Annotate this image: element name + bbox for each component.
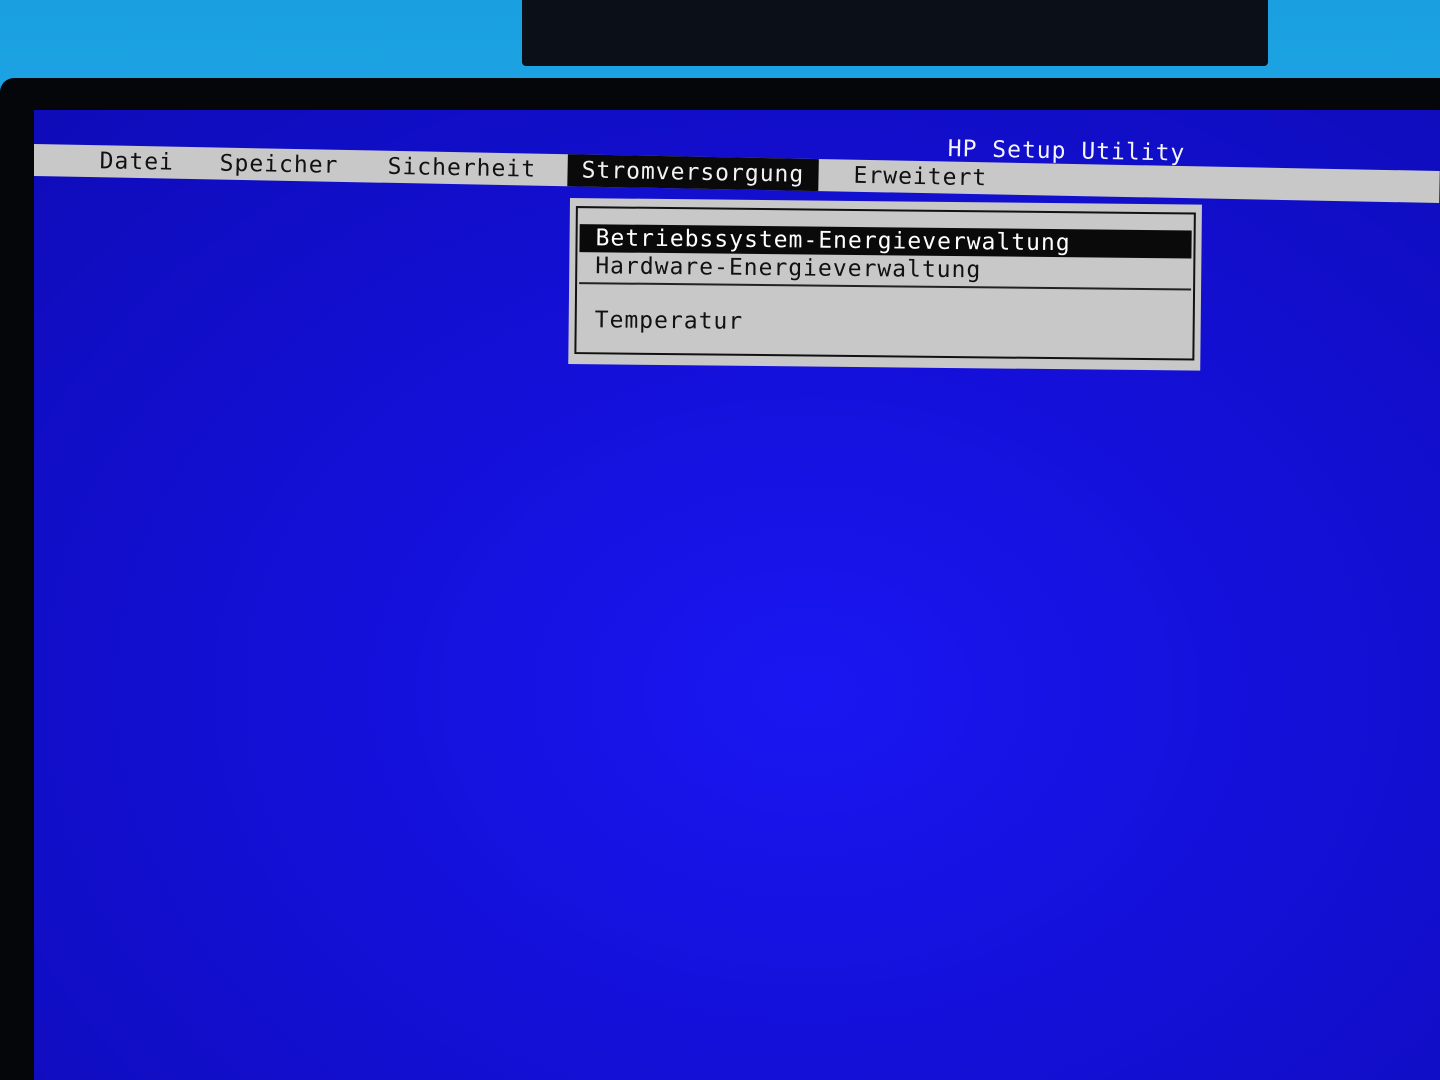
- menu-erweitert[interactable]: Erweitert: [839, 159, 1001, 194]
- menu-speicher[interactable]: Speicher: [205, 147, 352, 182]
- menu-bar: Datei Speicher Sicherheit Stromversorgun…: [34, 144, 1440, 203]
- menu-stromversorgung[interactable]: Stromversorgung: [567, 154, 819, 192]
- stromversorgung-dropdown: Betriebssystem-Energieverwaltung Hardwar…: [568, 198, 1202, 371]
- top-device: [522, 0, 1268, 66]
- menu-sicherheit[interactable]: Sicherheit: [373, 151, 550, 186]
- bios-screen: HP Setup Utility Datei Speicher Sicherhe…: [34, 110, 1440, 1080]
- menu-datei[interactable]: Datei: [85, 145, 188, 179]
